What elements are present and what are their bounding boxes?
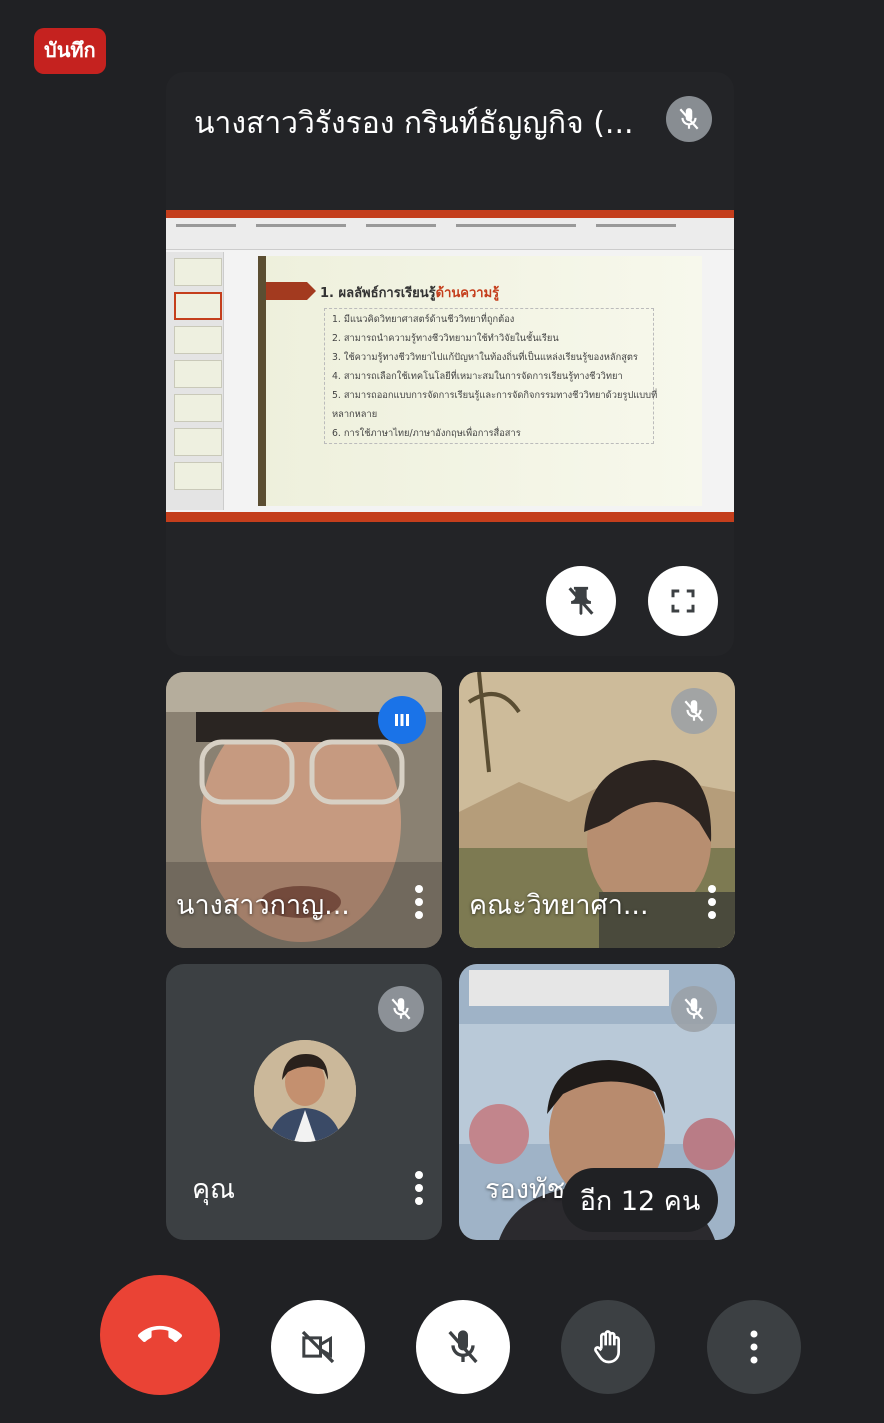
end-call-button[interactable] [100,1275,220,1395]
videocam-off-icon [301,1330,335,1364]
current-slide: 1. ผลลัพธ์การเรียนรู้ด้านความรู้ 1. มีแน… [258,256,702,506]
participant-name: รองทัช [485,1174,566,1205]
slide-list-item: 5. สามารถออกแบบการจัดการเรียนรู้และการจั… [332,390,658,401]
participant-tile[interactable]: คณะวิทยาศา... [459,672,735,948]
slide-thumbnails [166,252,224,510]
participant-more-button[interactable] [414,884,424,924]
participant-tile[interactable]: นางสาวกาญ... [166,672,442,948]
slide-list-item: 6. การใช้ภาษาไทย/ภาษาอังกฤษเพื่อการสื่อส… [332,428,521,439]
slide-list-item: 2. สามารถนำความรู้ทางชีววิทยามาใช้ทำวิจั… [332,333,559,344]
phone-hangup-icon [138,1325,182,1343]
more-vert-icon [415,885,423,919]
fullscreen-button[interactable] [648,566,718,636]
more-options-button[interactable] [707,1300,801,1394]
participant-name: คณะวิทยาศา... [469,890,649,921]
mic-toggle-button[interactable] [416,1300,510,1394]
fullscreen-icon [671,589,695,613]
mic-off-icon [666,96,712,142]
audio-level-icon [378,696,426,744]
slide-list-item: หลากหลาย [332,409,378,420]
camera-toggle-button[interactable] [271,1300,365,1394]
participant-name: คุณ [192,1174,236,1205]
mic-off-icon [448,1330,478,1364]
slide-heading: 1. ผลลัพธ์การเรียนรู้ด้านความรู้ [320,286,500,301]
recording-badge: บันทึก [34,28,106,74]
avatar [254,1040,356,1142]
shared-screen: 1. ผลลัพธ์การเรียนรู้ด้านความรู้ 1. มีแน… [166,210,734,522]
participant-name: นางสาวกาญ... [176,890,350,921]
slide-list-item: 4. สามารถเลือกใช้เทคโนโลยีที่เหมาะสมในกา… [332,371,623,382]
unpin-button[interactable] [546,566,616,636]
slide-list-item: 1. มีแนวคิดวิทยาศาสตร์ด้านชีววิทยาที่ถูก… [332,314,515,325]
more-vert-icon [415,1171,423,1205]
raise-hand-button[interactable] [561,1300,655,1394]
presenter-tile[interactable]: นางสาววิรังรอง กรินท์ธัญญกิจ (... 1. ผลล… [166,72,734,656]
slide-list-item: 3. ใช้ความรู้ทางชีววิทยาไปแก้ปัญหาในท้อง… [332,352,638,363]
hand-icon [594,1330,620,1364]
participant-more-button[interactable] [414,1170,424,1210]
participant-more-button[interactable] [707,884,717,924]
slide-list: 1. มีแนวคิดวิทยาศาสตร์ด้านชีววิทยาที่ถูก… [332,312,657,445]
self-tile[interactable]: คุณ [166,964,442,1240]
presenter-name: นางสาววิรังรอง กรินท์ธัญญกิจ (... [194,106,634,141]
pin-off-icon [568,586,594,616]
mic-off-icon [671,688,717,734]
mic-off-icon [378,986,424,1032]
more-vert-icon [708,885,716,919]
more-vert-icon [750,1330,758,1364]
mic-off-icon [671,986,717,1032]
more-participants-button[interactable]: อีก 12 คน [562,1168,718,1232]
